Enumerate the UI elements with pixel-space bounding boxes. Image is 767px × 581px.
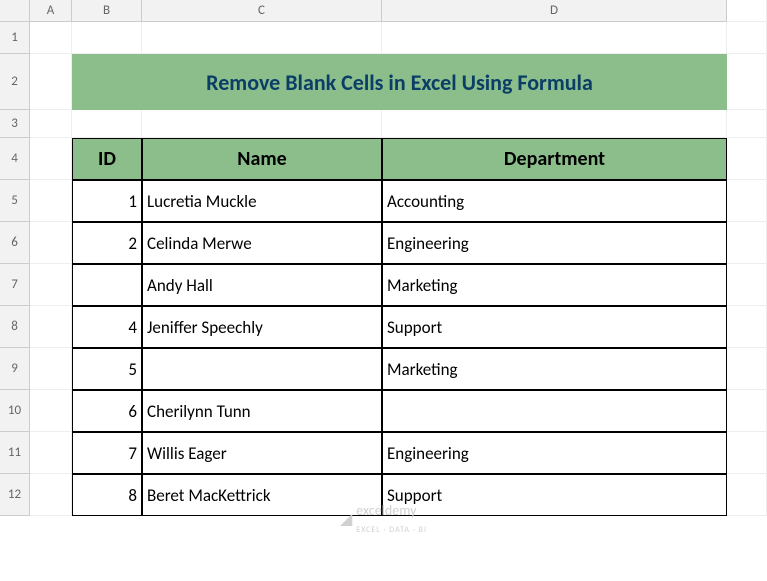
cell-a3[interactable]: [30, 110, 72, 138]
row-head-11[interactable]: 11: [0, 432, 30, 474]
cell-a6[interactable]: [30, 222, 72, 264]
table-row[interactable]: 8: [72, 474, 142, 516]
table-row[interactable]: [72, 264, 142, 306]
row-head-3[interactable]: 3: [0, 110, 30, 138]
table-row[interactable]: Marketing: [382, 264, 727, 306]
table-row[interactable]: 5: [72, 348, 142, 390]
table-row[interactable]: Support: [382, 474, 727, 516]
row-head-4[interactable]: 4: [0, 138, 30, 180]
table-row[interactable]: Andy Hall: [142, 264, 382, 306]
row-head-12[interactable]: 12: [0, 474, 30, 516]
cell-b3[interactable]: [72, 110, 142, 138]
col-head-a[interactable]: A: [30, 0, 72, 22]
table-row[interactable]: Celinda Merwe: [142, 222, 382, 264]
cell-a5[interactable]: [30, 180, 72, 222]
row-head-9[interactable]: 9: [0, 348, 30, 390]
col-head-overflow: [727, 0, 767, 22]
cell-c3[interactable]: [142, 110, 382, 138]
table-row[interactable]: 2: [72, 222, 142, 264]
cell-e1[interactable]: [727, 22, 767, 54]
cell-a2[interactable]: [30, 54, 72, 110]
table-row[interactable]: Cherilynn Tunn: [142, 390, 382, 432]
row-head-5[interactable]: 5: [0, 180, 30, 222]
row-head-7[interactable]: 7: [0, 264, 30, 306]
table-row[interactable]: Jeniffer Speechly: [142, 306, 382, 348]
table-header-dept[interactable]: Department: [382, 138, 727, 180]
cell-b1[interactable]: [72, 22, 142, 54]
cell-a8[interactable]: [30, 306, 72, 348]
cell-e10[interactable]: [727, 390, 767, 432]
table-header-id[interactable]: ID: [72, 138, 142, 180]
col-head-d[interactable]: D: [382, 0, 727, 22]
cell-e12[interactable]: [727, 474, 767, 516]
table-row[interactable]: [142, 348, 382, 390]
cell-d1[interactable]: [382, 22, 727, 54]
cell-c1[interactable]: [142, 22, 382, 54]
table-row[interactable]: 6: [72, 390, 142, 432]
table-row[interactable]: Lucretia Muckle: [142, 180, 382, 222]
cell-e9[interactable]: [727, 348, 767, 390]
table-row[interactable]: Support: [382, 306, 727, 348]
table-row[interactable]: Willis Eager: [142, 432, 382, 474]
col-head-c[interactable]: C: [142, 0, 382, 22]
cell-a12[interactable]: [30, 474, 72, 516]
table-row[interactable]: Beret MacKettrick: [142, 474, 382, 516]
page-title[interactable]: Remove Blank Cells in Excel Using Formul…: [72, 54, 727, 110]
row-head-6[interactable]: 6: [0, 222, 30, 264]
watermark-subtext: EXCEL · DATA · BI: [356, 525, 427, 535]
cell-a7[interactable]: [30, 264, 72, 306]
table-row[interactable]: Marketing: [382, 348, 727, 390]
cell-e6[interactable]: [727, 222, 767, 264]
cell-e11[interactable]: [727, 432, 767, 474]
table-row[interactable]: Accounting: [382, 180, 727, 222]
cell-a11[interactable]: [30, 432, 72, 474]
cell-a1[interactable]: [30, 22, 72, 54]
select-all-corner[interactable]: [0, 0, 30, 22]
cell-d3[interactable]: [382, 110, 727, 138]
row-head-1[interactable]: 1: [0, 22, 30, 54]
row-head-2[interactable]: 2: [0, 54, 30, 110]
table-row[interactable]: 7: [72, 432, 142, 474]
cell-e2[interactable]: [727, 54, 767, 110]
cell-a10[interactable]: [30, 390, 72, 432]
cell-e4[interactable]: [727, 138, 767, 180]
cell-a4[interactable]: [30, 138, 72, 180]
row-head-10[interactable]: 10: [0, 390, 30, 432]
cell-e5[interactable]: [727, 180, 767, 222]
col-head-b[interactable]: B: [72, 0, 142, 22]
cell-e8[interactable]: [727, 306, 767, 348]
cell-e3[interactable]: [727, 110, 767, 138]
cell-a9[interactable]: [30, 348, 72, 390]
cell-e7[interactable]: [727, 264, 767, 306]
table-row[interactable]: Engineering: [382, 222, 727, 264]
row-head-8[interactable]: 8: [0, 306, 30, 348]
table-row[interactable]: 1: [72, 180, 142, 222]
table-row[interactable]: 4: [72, 306, 142, 348]
spreadsheet-grid: A B C D 1 2 Remove Blank Cells in Excel …: [0, 0, 767, 516]
table-header-name[interactable]: Name: [142, 138, 382, 180]
table-row[interactable]: [382, 390, 727, 432]
table-row[interactable]: Engineering: [382, 432, 727, 474]
